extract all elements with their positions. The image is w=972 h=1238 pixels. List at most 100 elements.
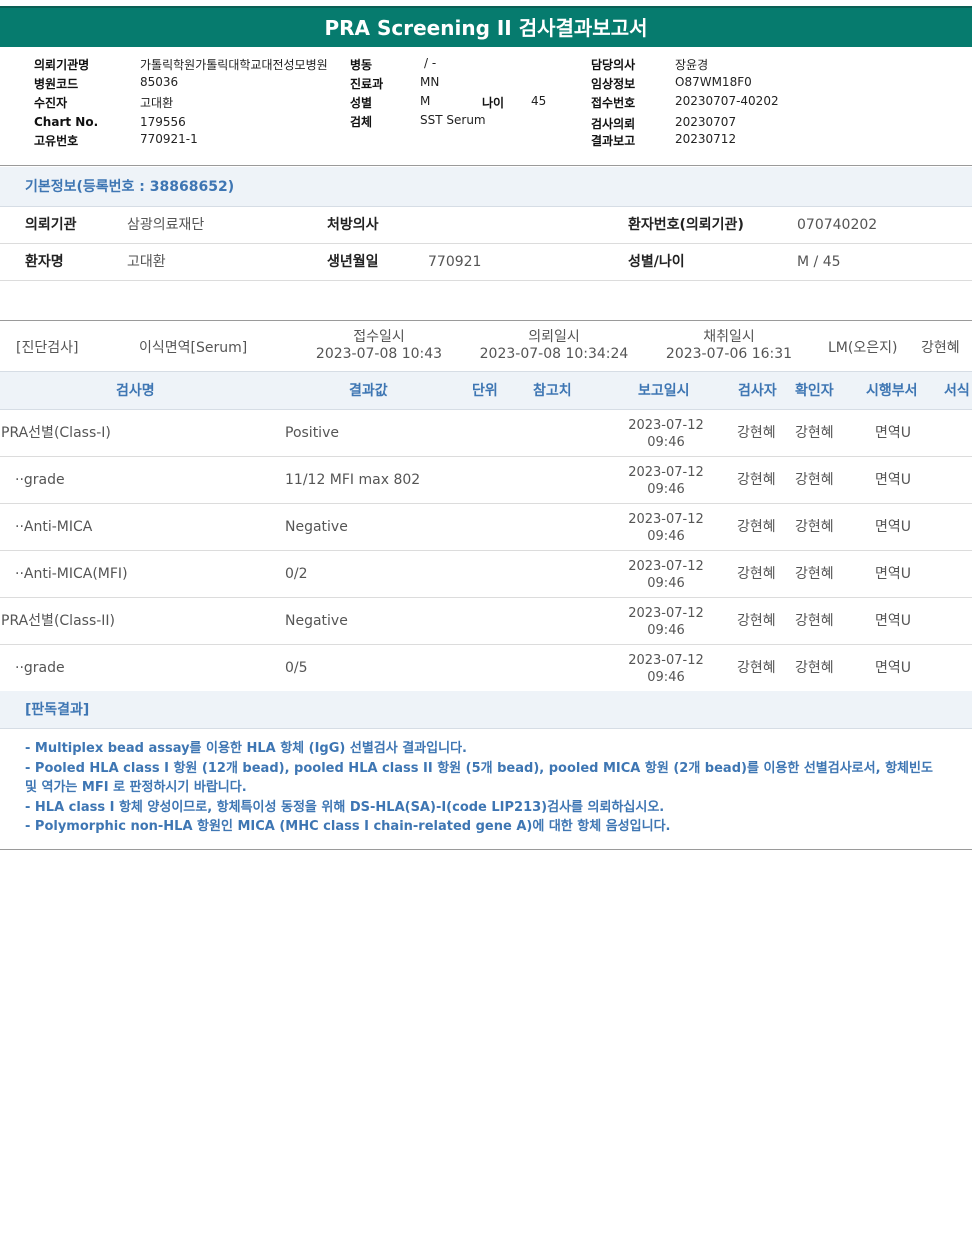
ward-label: 병동	[350, 58, 373, 72]
row-confirmer: 강현혜	[795, 425, 834, 441]
receipt-time-label: 접수일시	[353, 329, 405, 345]
row-tester: 강현혜	[737, 519, 776, 535]
row-department: 면역U	[875, 519, 912, 535]
row-report-date: 2023-07-12 09:46	[620, 605, 712, 639]
row-test-name: ··Anti-MICA	[15, 519, 93, 535]
table-row: ··grade 0/5 2023-07-12 09:46 강현혜 강현혜 면역U	[0, 645, 972, 692]
row-result: Positive	[285, 425, 339, 441]
row-report-date: 2023-07-12 09:46	[620, 464, 712, 498]
ward: / -	[424, 56, 437, 70]
report-title: PRA Screening II 검사결과보고서	[0, 6, 972, 47]
row-confirmer: 강현혜	[795, 613, 834, 629]
interpretation-text: - Multiplex bead assay를 이용한 HLA 항체 (IgG)…	[0, 729, 972, 850]
col-format: 서식	[944, 383, 970, 399]
row-tester: 강현혜	[737, 472, 776, 488]
clinical-info: O87WM18F0	[675, 75, 752, 89]
table-row: ··Anti-MICA Negative 2023-07-12 09:46 강현혜…	[0, 504, 972, 551]
row-department: 면역U	[875, 566, 912, 582]
row-report-date: 2023-07-12 09:46	[620, 511, 712, 545]
row-report-day: 2023-07-12	[628, 559, 704, 574]
row-test-name: ··Anti-MICA(MFI)	[15, 566, 128, 582]
patient: 고대환	[140, 96, 174, 110]
results-table-header: 검사명 결과값 단위 참고치 보고일시 검사자 확인자 시행부서 서식	[0, 372, 972, 410]
row-report-time: 09:46	[647, 435, 685, 450]
row-tester: 강현혜	[737, 425, 776, 441]
row-report-date: 2023-07-12 09:46	[620, 652, 712, 686]
prescriber-label: 처방의사	[327, 217, 379, 233]
birth-label: 생년월일	[327, 254, 379, 270]
sex-age-value: M / 45	[797, 254, 841, 270]
sex-age-label: 성별/나이	[628, 254, 685, 270]
row-report-time: 09:46	[647, 670, 685, 685]
patient-name-value: 고대환	[127, 254, 166, 270]
row-department: 면역U	[875, 425, 912, 441]
row-tester: 강현혜	[737, 566, 776, 582]
row-report-day: 2023-07-12	[628, 512, 704, 527]
row-confirmer: 강현혜	[795, 660, 834, 676]
col-result: 결과값	[349, 383, 388, 399]
col-report-date: 보고일시	[638, 383, 690, 399]
interpretation-line: - Multiplex bead assay를 이용한 HLA 항체 (IgG)…	[25, 741, 467, 756]
sex: M	[420, 94, 431, 108]
interpretation-line: - Pooled HLA class I 항원 (12개 bead), pool…	[25, 760, 933, 796]
row-tester: 강현혜	[737, 613, 776, 629]
row-tester: 강현혜	[737, 660, 776, 676]
table-row: PRA선별(Class-I) Positive 2023-07-12 09:46 …	[0, 410, 972, 457]
order-category: [진단검사]	[16, 340, 79, 356]
requesting-org-label: 의뢰기관명	[34, 58, 90, 72]
order-test-name: 이식면역[Serum]	[139, 340, 248, 356]
row-report-time: 09:46	[647, 576, 685, 591]
receipt-no-label: 접수번호	[591, 96, 636, 110]
col-department: 시행부서	[866, 383, 918, 399]
row-department: 면역U	[875, 660, 912, 676]
hospital-code: 85036	[140, 75, 179, 89]
request-time: 2023-07-08 10:34:24	[479, 346, 629, 362]
row-test-name: ··grade	[15, 660, 65, 676]
interpretation-title: [판독결과]	[0, 691, 972, 729]
row-confirmer: 강현혜	[795, 519, 834, 535]
table-row: ··grade 11/12 MFI max 802 2023-07-12 09:4…	[0, 457, 972, 504]
row-report-day: 2023-07-12	[628, 418, 704, 433]
age: 45	[531, 94, 547, 108]
clinical-info-label: 임상정보	[591, 77, 636, 91]
report-header: 의뢰기관명 가톨릭학원가톨릭대학교대전성모병원 병원코드 85036 수진자 고…	[0, 48, 972, 166]
specimen-label: 검체	[350, 115, 373, 129]
row-report-date: 2023-07-12 09:46	[620, 558, 712, 592]
table-row: ··Anti-MICA(MFI) 0/2 2023-07-12 09:46 강현혜…	[0, 551, 972, 598]
doctor-label: 담당의사	[591, 58, 636, 72]
patient-no-label: 환자번호(의뢰기관)	[628, 217, 744, 233]
row-result: Negative	[285, 613, 348, 629]
col-tester: 검사자	[738, 383, 777, 399]
chart-no-label: Chart No.	[34, 115, 99, 129]
patient-name-label: 환자명	[25, 254, 64, 270]
table-row: PRA선별(Class-II) Negative 2023-07-12 09:46…	[0, 598, 972, 645]
row-test-name: PRA선별(Class-II)	[1, 613, 116, 629]
row-department: 면역U	[875, 613, 912, 629]
specimen: SST Serum	[420, 113, 486, 127]
row-report-day: 2023-07-12	[628, 465, 704, 480]
age-label: 나이	[482, 96, 505, 110]
row-report-day: 2023-07-12	[628, 653, 704, 668]
row-test-name: PRA선별(Class-I)	[1, 425, 111, 441]
interpretation-line: - Polymorphic non-HLA 항원인 MICA (MHC clas…	[25, 819, 671, 834]
request-time-label: 의뢰일시	[528, 329, 580, 345]
basic-info-row: 환자명 고대환 생년월일 770921 성별/나이 M / 45	[0, 244, 972, 281]
row-test-name: ··grade	[15, 472, 65, 488]
basic-info-title: 기본정보(등록번호 : 38868652)	[0, 167, 972, 207]
patient-no-value: 070740202	[797, 217, 878, 233]
row-confirmer: 강현혜	[795, 566, 834, 582]
row-confirmer: 강현혜	[795, 472, 834, 488]
birth-value: 770921	[428, 254, 482, 270]
col-confirmer: 확인자	[795, 383, 834, 399]
row-report-day: 2023-07-12	[628, 606, 704, 621]
receipt-no: 20230707-40202	[675, 94, 779, 108]
org-label: 의뢰기관	[25, 217, 77, 233]
unique-no: 770921-1	[140, 132, 198, 146]
test-request-label: 검사의뢰	[591, 117, 636, 131]
chart-no: 179556	[140, 115, 186, 129]
org-value: 삼광의료재단	[127, 217, 205, 233]
receipt-time: 2023-07-08 10:43	[315, 346, 443, 362]
row-report-time: 09:46	[647, 623, 685, 638]
department: MN	[420, 75, 440, 89]
row-report-date: 2023-07-12 09:46	[620, 417, 712, 451]
